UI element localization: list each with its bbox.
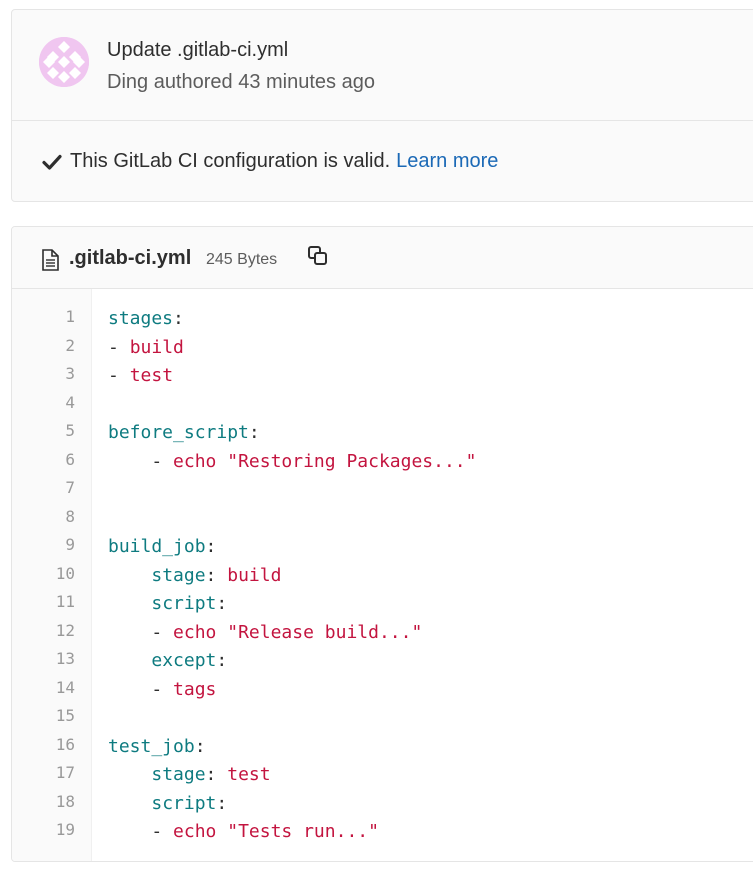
line-number[interactable]: 18 bbox=[56, 788, 75, 817]
line-number[interactable]: 4 bbox=[56, 389, 75, 418]
code-line: script: bbox=[108, 590, 476, 619]
line-number[interactable]: 9 bbox=[56, 531, 75, 560]
code-dash: - bbox=[151, 621, 174, 643]
code-content: stages: - build - test before_script: - ech… bbox=[108, 305, 476, 847]
line-number[interactable]: 17 bbox=[56, 759, 75, 788]
code-value: tags bbox=[173, 678, 217, 700]
line-number[interactable]: 8 bbox=[56, 503, 75, 532]
file-name: .gitlab-ci.yml bbox=[69, 247, 192, 269]
code-line: stage: build bbox=[108, 562, 476, 591]
code-separator: : bbox=[248, 422, 260, 443]
divider bbox=[12, 120, 753, 121]
line-number[interactable]: 14 bbox=[56, 674, 75, 703]
code-key: stages bbox=[108, 308, 174, 329]
code-line: build_job: bbox=[108, 533, 476, 562]
code-value: test bbox=[227, 764, 271, 785]
line-numbers: 1 2 3 4 5 6 7 8 9 10 11 12 13 14 15 16 17 18 19 bbox=[56, 303, 75, 845]
file-text-icon bbox=[41, 249, 59, 271]
code-line: - echo "Tests run..." bbox=[108, 818, 476, 847]
check-icon bbox=[41, 151, 63, 173]
code-value: build bbox=[227, 564, 282, 586]
code-value: test bbox=[129, 365, 174, 386]
code-separator: : bbox=[216, 792, 228, 814]
code-dash: - bbox=[151, 450, 174, 472]
commit-title[interactable]: Update .gitlab-ci.yml bbox=[107, 39, 288, 62]
ci-status-text: This GitLab CI configuration is valid. bbox=[70, 150, 391, 172]
code-line: script: bbox=[108, 790, 476, 819]
line-number[interactable]: 16 bbox=[56, 731, 75, 760]
line-number[interactable]: 15 bbox=[56, 702, 75, 731]
code-value: build bbox=[129, 336, 184, 358]
code-key: before_script bbox=[108, 422, 249, 443]
code-line: stage: test bbox=[108, 761, 476, 790]
code-line: before_script: bbox=[108, 419, 476, 448]
line-number[interactable]: 2 bbox=[56, 332, 75, 361]
line-number[interactable]: 6 bbox=[56, 446, 75, 475]
code-separator: : bbox=[205, 564, 228, 586]
code-line: - echo "Release build..." bbox=[108, 619, 476, 648]
commit-info: Update .gitlab-ci.yml Ding authored 43 m… bbox=[12, 10, 753, 120]
code-line: stages: bbox=[108, 305, 476, 334]
line-number[interactable]: 11 bbox=[56, 588, 75, 617]
code-separator: : bbox=[205, 536, 217, 557]
code-key: build_job bbox=[108, 536, 206, 557]
code-dash: - bbox=[151, 821, 174, 842]
line-number[interactable]: 19 bbox=[56, 816, 75, 845]
code-separator: : bbox=[216, 593, 228, 614]
file-viewer: .gitlab-ci.yml 245 Bytes 1 2 3 4 5 6 7 8 9 10 11 12… bbox=[11, 226, 753, 862]
copy-icon[interactable] bbox=[306, 244, 330, 268]
identicon-avatar[interactable] bbox=[39, 37, 89, 87]
file-header: .gitlab-ci.yml 245 Bytes bbox=[12, 227, 753, 289]
code-dash: - bbox=[108, 365, 130, 386]
line-number[interactable]: 1 bbox=[56, 303, 75, 332]
line-number-gutter: 1 2 3 4 5 6 7 8 9 10 11 12 13 14 15 16 17 18 19 bbox=[12, 289, 92, 861]
line-number[interactable]: 10 bbox=[56, 560, 75, 589]
code-line: - echo "Restoring Packages..." bbox=[108, 448, 476, 477]
code-key: stage bbox=[151, 764, 206, 785]
line-number[interactable]: 3 bbox=[56, 360, 75, 389]
code-separator: : bbox=[205, 764, 228, 785]
file-size: 245 Bytes bbox=[206, 251, 278, 268]
code-key: script bbox=[151, 593, 217, 614]
code-line: - tags bbox=[108, 676, 476, 705]
line-number[interactable]: 7 bbox=[56, 474, 75, 503]
code-area: 1 2 3 4 5 6 7 8 9 10 11 12 13 14 15 16 17 18 19 stages: - b… bbox=[12, 289, 753, 861]
code-value: echo "Restoring Packages..." bbox=[173, 450, 477, 472]
code-separator: : bbox=[216, 650, 228, 671]
code-separator: : bbox=[194, 735, 206, 757]
code-key: stage bbox=[151, 564, 206, 586]
code-value: echo "Tests run..." bbox=[173, 821, 379, 842]
code-key: script bbox=[151, 792, 217, 814]
code-line: - test bbox=[108, 362, 476, 391]
code-dash: - bbox=[151, 678, 174, 700]
ci-status-message: This GitLab CI configuration is valid. L… bbox=[41, 150, 498, 173]
learn-more-link[interactable]: Learn more bbox=[396, 150, 498, 173]
line-number[interactable]: 5 bbox=[56, 417, 75, 446]
code-key: except bbox=[151, 650, 217, 671]
commit-author-meta: Ding authored 43 minutes ago bbox=[107, 71, 375, 93]
code-dash: - bbox=[108, 336, 130, 358]
code-line: test_job: bbox=[108, 733, 476, 762]
code-key: test_job bbox=[108, 735, 195, 757]
code-line: except: bbox=[108, 647, 476, 676]
code-line: - build bbox=[108, 334, 476, 363]
line-number[interactable]: 13 bbox=[56, 645, 75, 674]
code-separator: : bbox=[173, 308, 184, 329]
code-value: echo "Release build..." bbox=[173, 621, 423, 643]
commit-panel: Update .gitlab-ci.yml Ding authored 43 m… bbox=[11, 9, 753, 202]
line-number[interactable]: 12 bbox=[56, 617, 75, 646]
